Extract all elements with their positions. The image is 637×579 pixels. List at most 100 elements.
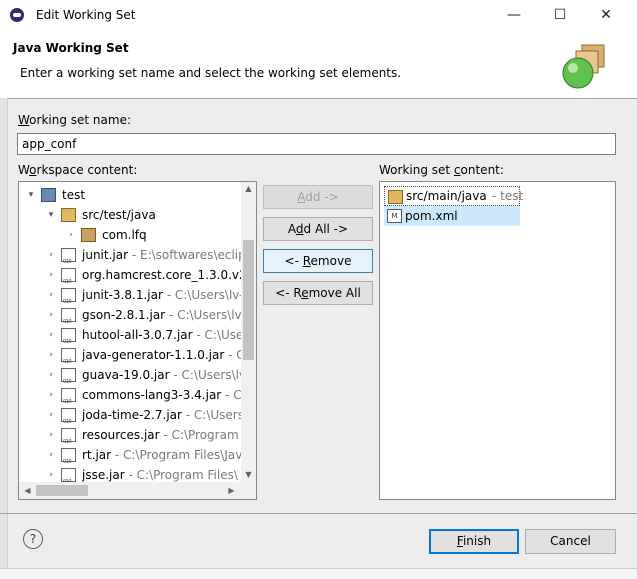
tree-vertical-scrollbar[interactable]: ▲ ▼ bbox=[241, 182, 256, 482]
tree-item-decoration: - C:\Program Files\Jav bbox=[111, 448, 241, 462]
working-set-item-src-main-java[interactable]: src/main/java - test bbox=[384, 186, 524, 206]
collapsed-twisty-icon[interactable]: › bbox=[45, 305, 57, 325]
tree-item-text: guava-19.0.jar - C:\Users\lv bbox=[82, 365, 241, 385]
collapsed-twisty-icon[interactable]: › bbox=[45, 465, 57, 482]
collapsed-twisty-icon[interactable]: › bbox=[45, 245, 57, 265]
collapsed-twisty-icon[interactable]: › bbox=[45, 345, 57, 365]
add-all-button[interactable]: Add All -> bbox=[263, 217, 373, 241]
scroll-up-icon[interactable]: ▲ bbox=[241, 184, 256, 193]
window-left-edge bbox=[0, 98, 8, 568]
collapsed-twisty-icon[interactable]: › bbox=[45, 425, 57, 445]
tree-item-text: commons-lang3-3.4.jar - C: bbox=[82, 385, 241, 405]
tree-viewport: ▾test▾src/test/java›com.lfq›junit.jar - … bbox=[19, 182, 241, 482]
collapsed-twisty-icon[interactable]: › bbox=[45, 365, 57, 385]
collapsed-twisty-icon[interactable]: › bbox=[45, 405, 57, 425]
tree-item-label: com.lfq bbox=[102, 228, 147, 242]
tree-horizontal-scrollbar[interactable]: ◀ ▶ bbox=[19, 482, 241, 499]
tree-item-label: test bbox=[62, 188, 86, 202]
tree-item-text: java-generator-1.1.0.jar - C bbox=[82, 345, 241, 365]
cancel-button[interactable]: Cancel bbox=[525, 529, 616, 554]
tree-item-decoration: - C:\Users\lv bbox=[169, 368, 241, 382]
tree-item-decoration: - C:\Users bbox=[181, 408, 241, 422]
scroll-left-icon[interactable]: ◀ bbox=[20, 486, 35, 495]
tree-item-decoration: - C bbox=[228, 348, 241, 362]
minimize-button[interactable]: — bbox=[491, 0, 537, 31]
workspace-content-label: Workspace content: bbox=[18, 163, 138, 177]
tree-item-decoration: - C:\Program Files\ bbox=[124, 468, 238, 482]
jar-icon bbox=[61, 408, 76, 432]
window-title: Edit Working Set bbox=[36, 8, 136, 22]
package-root-icon bbox=[61, 208, 76, 222]
jar-icon bbox=[61, 328, 76, 352]
tree-item-text: test bbox=[62, 185, 85, 205]
tree-horizontal-scroll-thumb[interactable] bbox=[36, 485, 88, 496]
remove-all-button[interactable]: <- Remove All bbox=[263, 281, 373, 305]
tree-item-label: rt.jar bbox=[82, 448, 112, 462]
tree-item-label: java-generator-1.1.0.jar bbox=[82, 348, 225, 362]
jar-icon bbox=[61, 348, 76, 372]
list-item-label: src/main/java bbox=[406, 189, 487, 203]
collapsed-twisty-icon[interactable]: › bbox=[45, 265, 57, 285]
collapsed-twisty-icon[interactable]: › bbox=[65, 225, 77, 245]
help-icon[interactable]: ? bbox=[23, 529, 43, 549]
list-item-decoration: - test bbox=[492, 189, 524, 203]
wizard-header: Java Working Set Enter a working set nam… bbox=[0, 31, 637, 98]
jar-icon bbox=[61, 428, 76, 452]
tree-item-text: joda-time-2.7.jar - C:\Users bbox=[82, 405, 241, 425]
tree-item-text: rt.jar - C:\Program Files\Jav bbox=[82, 445, 241, 465]
maximize-button[interactable]: ☐ bbox=[537, 0, 583, 31]
tree-item-decoration: - E:\softwares\eclip bbox=[128, 248, 241, 262]
tree-item-label: guava-19.0.jar bbox=[82, 368, 170, 382]
finish-button[interactable]: Finish bbox=[429, 529, 519, 554]
expanded-twisty-icon[interactable]: ▾ bbox=[45, 205, 57, 225]
jar-icon bbox=[61, 288, 76, 312]
source-folder-icon bbox=[388, 190, 403, 204]
tree-item-decoration: - C:\Users\lv- bbox=[162, 288, 241, 302]
tree-item-text: jsse.jar - C:\Program Files\ bbox=[82, 465, 238, 482]
tree-item-label: org.hamcrest.core_1.3.0.v20 bbox=[82, 268, 241, 282]
list-item-label: pom.xml bbox=[405, 209, 458, 223]
tree-item-text: hutool-all-3.0.7.jar - C:\Use bbox=[82, 325, 241, 345]
tree-item-text: com.lfq bbox=[102, 225, 147, 245]
tree-item-text: junit-3.8.1.jar - C:\Users\lv- bbox=[82, 285, 241, 305]
tree-item-text: src/test/java bbox=[82, 205, 156, 225]
working-set-content-label: Working set content: bbox=[379, 163, 504, 177]
jar-icon bbox=[61, 268, 76, 292]
expanded-twisty-icon[interactable]: ▾ bbox=[25, 185, 37, 205]
collapsed-twisty-icon[interactable]: › bbox=[45, 445, 57, 465]
tree-item-label: commons-lang3-3.4.jar bbox=[82, 388, 222, 402]
footer-separator bbox=[0, 513, 637, 514]
tree-item-label: junit.jar bbox=[82, 248, 129, 262]
page-description: Enter a working set name and select the … bbox=[20, 66, 402, 80]
add-button[interactable]: Add -> bbox=[263, 185, 373, 209]
tree-item-decoration: - C: bbox=[225, 388, 241, 402]
jar-icon bbox=[61, 368, 76, 392]
collapsed-twisty-icon[interactable]: › bbox=[45, 285, 57, 305]
jar-icon bbox=[61, 308, 76, 332]
project-icon bbox=[41, 188, 56, 202]
collapsed-twisty-icon[interactable]: › bbox=[45, 325, 57, 345]
remove-button[interactable]: <- Remove bbox=[263, 249, 373, 273]
package-icon bbox=[81, 228, 96, 242]
scrollbar-corner bbox=[241, 482, 256, 499]
tree-item-label: junit-3.8.1.jar bbox=[82, 288, 163, 302]
collapsed-twisty-icon[interactable]: › bbox=[45, 385, 57, 405]
jar-icon bbox=[61, 468, 76, 482]
tree-vertical-scroll-thumb[interactable] bbox=[243, 240, 254, 360]
header-separator bbox=[0, 98, 637, 99]
tree-item-label: gson-2.8.1.jar bbox=[82, 308, 166, 322]
workspace-content-tree[interactable]: ▾test▾src/test/java›com.lfq›junit.jar - … bbox=[18, 181, 257, 500]
scroll-right-icon[interactable]: ▶ bbox=[224, 486, 239, 495]
working-set-content-list[interactable]: src/main/java - test M pom.xml bbox=[379, 181, 616, 500]
background-window-strip bbox=[0, 568, 637, 579]
java-working-set-wizard-icon bbox=[562, 44, 605, 89]
tree-item-decoration: - C:\Use bbox=[192, 328, 241, 342]
eclipse-app-icon bbox=[10, 8, 24, 22]
working-set-name-input[interactable]: app_conf bbox=[17, 133, 616, 155]
working-set-item-pom-xml[interactable]: M pom.xml bbox=[384, 206, 520, 226]
tree-item-text: gson-2.8.1.jar - C:\Users\lv bbox=[82, 305, 241, 325]
window-titlebar: Edit Working Set — ☐ ✕ bbox=[0, 0, 637, 31]
scroll-down-icon[interactable]: ▼ bbox=[241, 470, 256, 479]
tree-item-label: hutool-all-3.0.7.jar bbox=[82, 328, 193, 342]
close-button[interactable]: ✕ bbox=[583, 0, 629, 31]
